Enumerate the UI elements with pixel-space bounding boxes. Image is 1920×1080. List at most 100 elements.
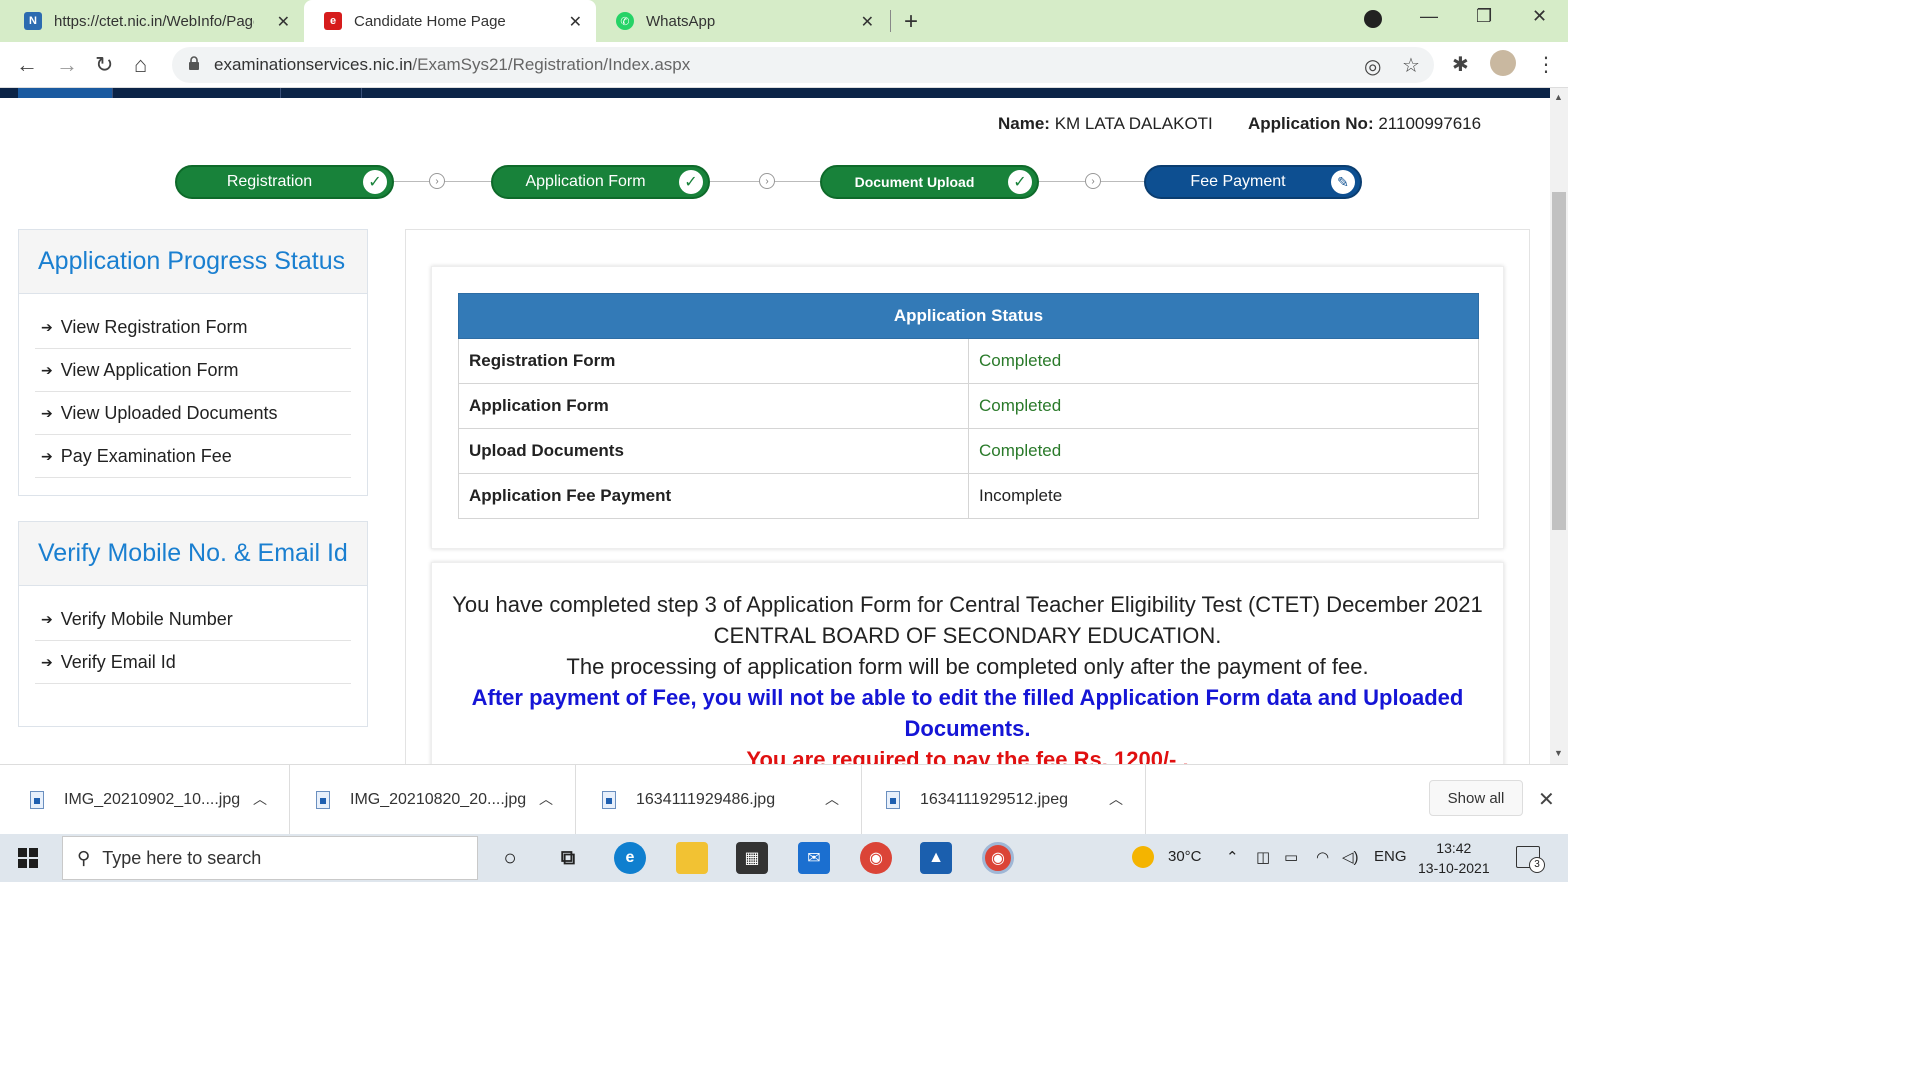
url-text: examinationservices.nic.in/ExamSys21/Reg… [214, 55, 690, 75]
show-all-button[interactable]: Show all [1429, 780, 1523, 816]
site-nav-strip [0, 88, 1550, 98]
notification-icon[interactable]: 3 [1516, 846, 1545, 873]
pencil-icon: ✎ [1331, 170, 1355, 194]
check-icon: ✓ [679, 170, 703, 194]
download-item[interactable]: 1634111929486.jpg ︿ [576, 765, 862, 835]
tab-candidate-home[interactable]: e Candidate Home Page ✕ [304, 0, 596, 42]
link-verify-mobile[interactable]: ➔ Verify Mobile Number [35, 598, 351, 641]
notification-count: 3 [1529, 857, 1545, 873]
arrow-right-icon: ➔ [41, 404, 53, 421]
back-button[interactable]: ← [16, 52, 38, 78]
search-icon: ⚲ [77, 847, 91, 868]
tab-whatsapp[interactable]: ✆ WhatsApp ✕ [596, 0, 888, 42]
verify-panel: Verify Mobile No. & Email Id ➔ Verify Mob… [18, 521, 368, 727]
temperature[interactable]: 30°C [1168, 848, 1202, 865]
edge-icon[interactable]: e [614, 842, 646, 874]
system-clock[interactable]: 13:42 13-10-2021 [1418, 838, 1490, 878]
scroll-down-icon[interactable]: ▼ [1554, 748, 1563, 758]
tab-title: WhatsApp [646, 12, 716, 30]
link-verify-email[interactable]: ➔ Verify Email Id [35, 641, 351, 684]
store-icon[interactable]: ▦ [736, 842, 768, 874]
exam-icon: e [324, 12, 342, 30]
table-row: Application Fee Payment Incomplete [458, 473, 1479, 519]
message-fee-required: You are required to pay the fee Rs. 1200… [746, 747, 1189, 764]
step-registration[interactable]: Registration ✓ [175, 165, 394, 199]
appno-label: Application No: [1248, 114, 1374, 133]
link-label: View Uploaded Documents [60, 402, 278, 423]
chevron-up-icon[interactable]: ︿ [539, 789, 553, 809]
wifi-icon[interactable]: ◠ [1316, 848, 1329, 866]
chevron-up-icon[interactable]: ⌃ [1226, 848, 1239, 866]
chevron-up-icon[interactable]: ︿ [1109, 789, 1123, 809]
download-item[interactable]: IMG_20210902_10....jpg ︿ [4, 765, 290, 835]
step-label: Registration [226, 173, 313, 190]
home-button[interactable]: ⌂ [134, 52, 147, 78]
message-processing: The processing of application form will … [566, 654, 1369, 679]
language-indicator[interactable]: ENG [1374, 848, 1407, 865]
new-tab-button[interactable]: + [904, 8, 918, 36]
link-view-registration-form[interactable]: ➔ View Registration Form [35, 306, 351, 349]
windows-start-icon[interactable] [18, 848, 38, 868]
step-fee-payment[interactable]: Fee Payment ✎ [1144, 165, 1362, 199]
arrow-right-icon: ➔ [41, 318, 53, 335]
file-explorer-icon[interactable] [676, 842, 708, 874]
tab-title: Candidate Home Page [354, 12, 506, 30]
close-icon[interactable]: ✕ [861, 12, 874, 32]
close-icon[interactable]: ✕ [277, 12, 290, 32]
step-label: Fee Payment [1190, 173, 1286, 190]
arrow-right-icon: ➔ [41, 610, 53, 627]
taskbar-search[interactable]: ⚲ Type here to search [62, 836, 478, 880]
page-scrollbar[interactable]: ▲ ▼ [1550, 88, 1568, 764]
chrome-active-icon[interactable]: ◉ [982, 842, 1014, 874]
meet-icon[interactable]: ◫ [1256, 848, 1270, 866]
close-icon[interactable]: ✕ [1538, 787, 1555, 812]
row-status: Completed [968, 383, 1479, 429]
close-icon[interactable]: ✕ [569, 12, 582, 32]
eye-off-icon[interactable]: ◎ [1364, 54, 1381, 79]
menu-icon[interactable]: ⋮ [1536, 52, 1556, 77]
avatar[interactable] [1490, 50, 1516, 76]
weather-icon[interactable] [1132, 846, 1154, 868]
message-step-complete: You have completed step 3 of Application… [452, 592, 1483, 648]
minimize-button[interactable]: — [1420, 6, 1438, 27]
nav-divider [361, 88, 362, 98]
download-item[interactable]: IMG_20210820_20....jpg ︿ [290, 765, 576, 835]
reload-button[interactable]: ↻ [95, 52, 113, 78]
mail-icon[interactable]: ✉ [798, 842, 830, 874]
photos-icon[interactable]: ▲ [920, 842, 952, 874]
volume-icon[interactable]: ◁) [1342, 848, 1359, 866]
scroll-up-icon[interactable]: ▲ [1554, 92, 1563, 102]
chevron-up-icon[interactable]: ︿ [825, 789, 839, 809]
cortana-icon[interactable]: ○ [494, 842, 526, 874]
check-icon: ✓ [363, 170, 387, 194]
task-view-icon[interactable]: ⧉ [552, 842, 584, 874]
window-close-button[interactable]: ✕ [1532, 6, 1547, 27]
row-label: Application Form [458, 383, 969, 429]
panel-title: Verify Mobile No. & Email Id [19, 522, 367, 586]
tab-search-icon[interactable] [1364, 10, 1382, 28]
chevron-up-icon[interactable]: ︿ [253, 789, 267, 809]
tab-ctet[interactable]: N https://ctet.nic.in/WebInfo/Page/ ✕ [4, 0, 304, 42]
message-card: You have completed step 3 of Application… [431, 562, 1504, 764]
link-label: View Application Form [60, 359, 239, 380]
address-bar[interactable]: examinationservices.nic.in/ExamSys21/Reg… [172, 47, 1434, 83]
chrome-icon[interactable]: ◉ [860, 842, 892, 874]
scrollbar-thumb[interactable] [1552, 192, 1566, 530]
chevron-right-icon: › [1085, 173, 1101, 189]
step-document-upload[interactable]: Document Upload ✓ [820, 165, 1039, 199]
name-label: Name: [998, 114, 1050, 133]
restore-button[interactable]: ❐ [1476, 6, 1492, 27]
download-item[interactable]: 1634111929512.jpeg ︿ [860, 765, 1146, 835]
link-pay-examination-fee[interactable]: ➔ Pay Examination Fee [35, 435, 351, 478]
step-application-form[interactable]: Application Form ✓ [491, 165, 710, 199]
forward-button[interactable]: → [56, 52, 78, 78]
star-icon[interactable]: ☆ [1402, 53, 1420, 78]
link-view-uploaded-documents[interactable]: ➔ View Uploaded Documents [35, 392, 351, 435]
nav-divider [280, 88, 281, 98]
battery-icon[interactable]: ▭ [1284, 848, 1298, 866]
extensions-icon[interactable]: ✱ [1452, 52, 1469, 77]
tab-separator [890, 10, 891, 32]
nav-active-item[interactable] [18, 88, 112, 98]
link-view-application-form[interactable]: ➔ View Application Form [35, 349, 351, 392]
main-content-card: Application Status Registration Form Com… [405, 229, 1530, 764]
